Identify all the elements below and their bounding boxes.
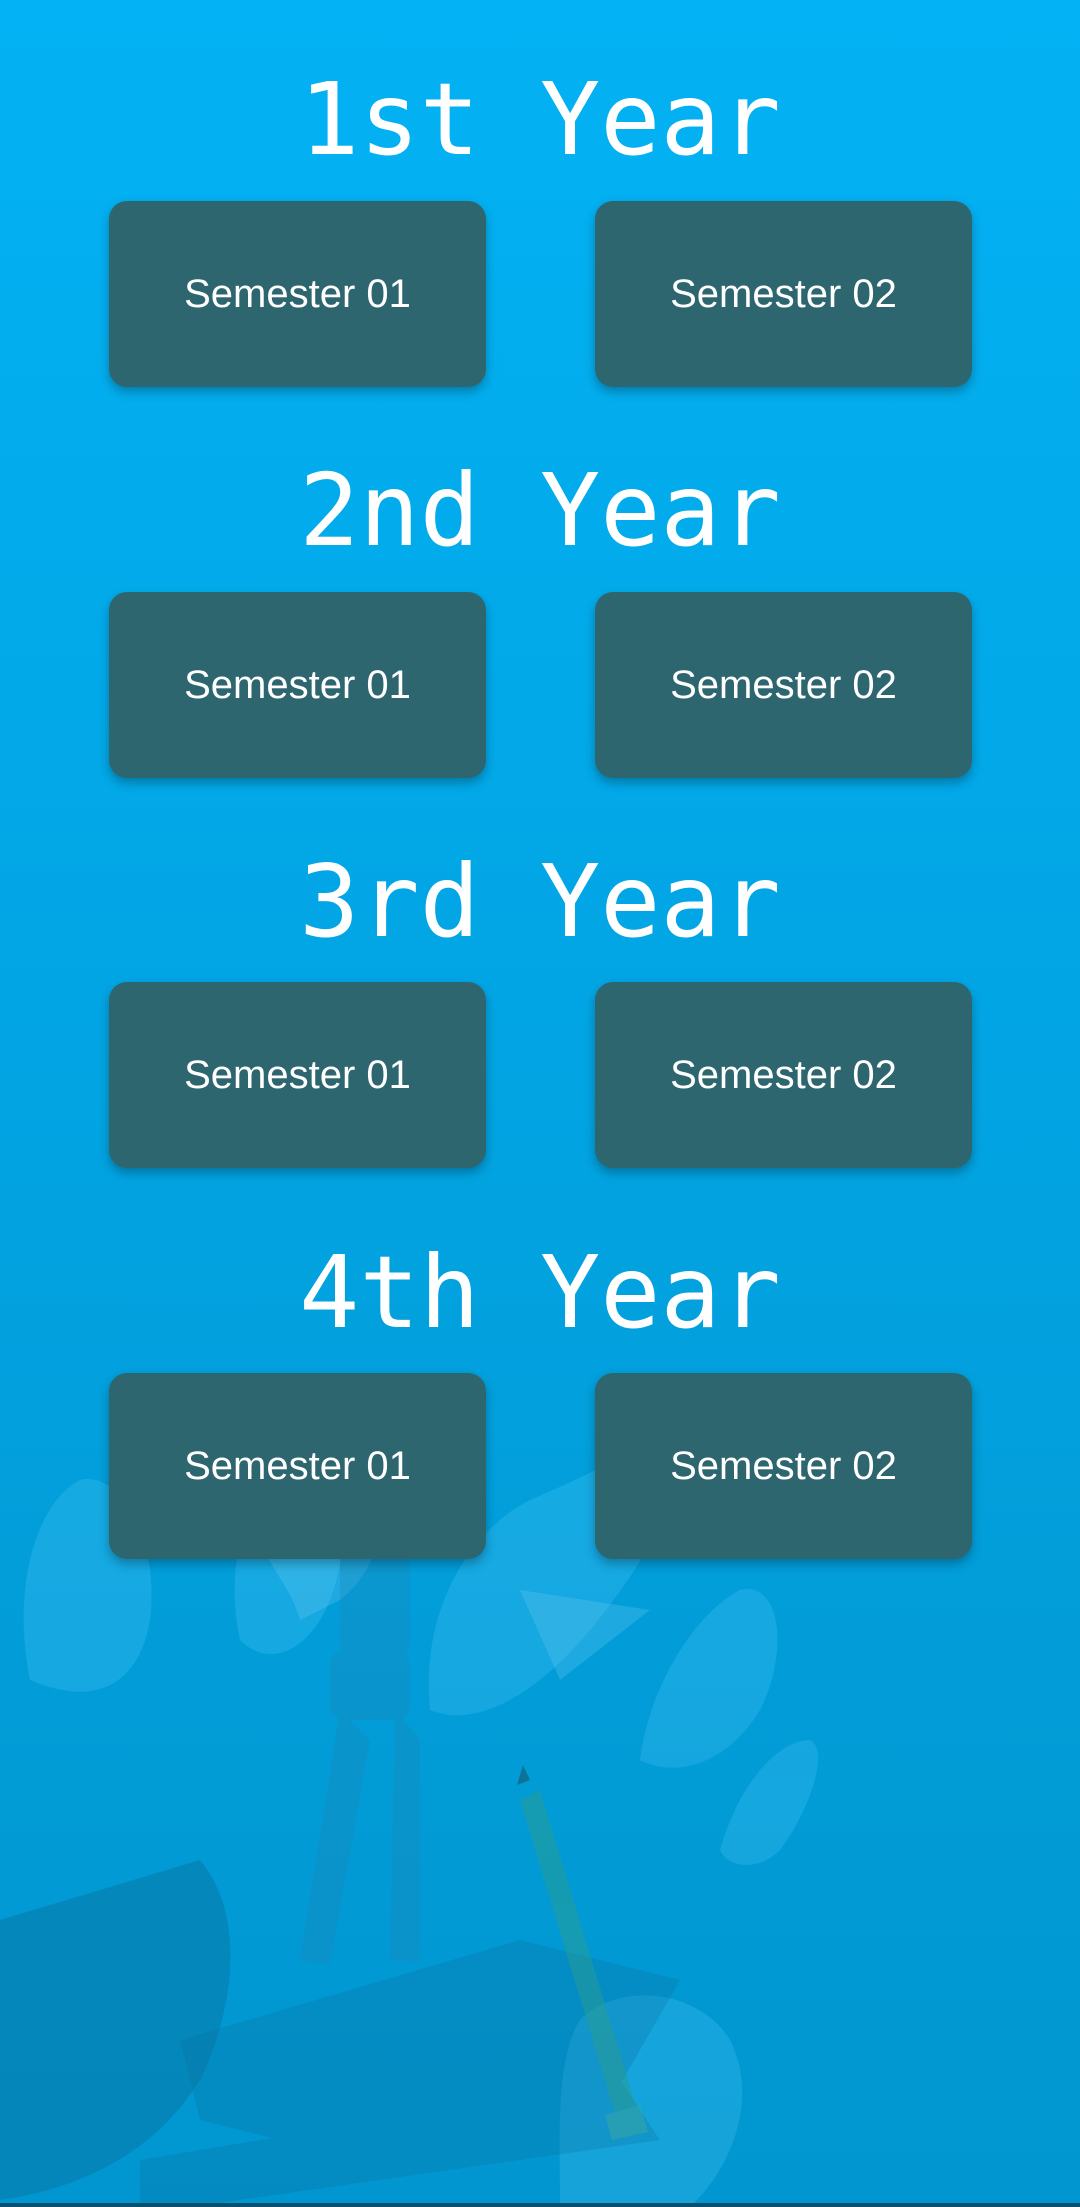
year-2-semester-01-button[interactable]: Semester 01 xyxy=(109,592,486,778)
year-title-3: 3rd Year xyxy=(299,843,781,960)
year-2-semester-02-button[interactable]: Semester 02 xyxy=(595,592,972,778)
system-nav-bar xyxy=(0,2203,1080,2207)
year-title-2: 2nd Year xyxy=(299,452,781,569)
year-title-4: 4th Year xyxy=(299,1234,781,1351)
year-4-semester-02-button[interactable]: Semester 02 xyxy=(595,1373,972,1559)
year-3-semester-02-button[interactable]: Semester 02 xyxy=(595,982,972,1168)
year-title-1: 1st Year xyxy=(299,61,781,178)
year-1-semester-02-button[interactable]: Semester 02 xyxy=(595,201,972,387)
year-3-semester-01-button[interactable]: Semester 01 xyxy=(109,982,486,1168)
year-1-semester-01-button[interactable]: Semester 01 xyxy=(109,201,486,387)
year-4-semester-01-button[interactable]: Semester 01 xyxy=(109,1373,486,1559)
